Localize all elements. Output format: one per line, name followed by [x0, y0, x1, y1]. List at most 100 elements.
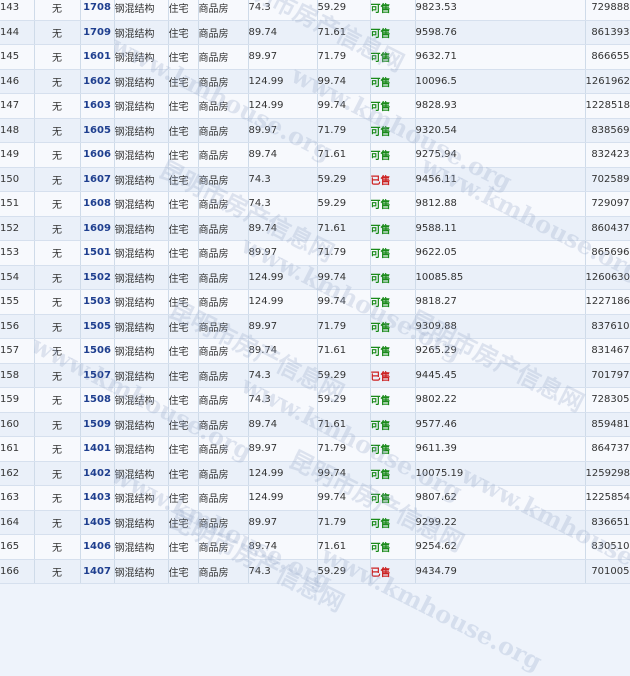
room-number-link[interactable]: 1609 — [80, 216, 115, 241]
table-row: 154 无 1502 钢混结构 住宅 商品房 124.99 99.74 可售 10085.85 12… — [0, 265, 630, 290]
inner-area-cell: 59.29 — [317, 191, 371, 217]
building-area-cell: 89.74 — [248, 338, 318, 364]
property-type-cell: 商品房 — [198, 363, 249, 388]
building-area-cell: 74.3 — [248, 167, 318, 192]
room-number-link[interactable]: 1405 — [80, 510, 115, 535]
building-area-cell: 74.3 — [248, 0, 318, 21]
usage-cell: 住宅 — [168, 461, 199, 486]
total-price-cell: 701797 — [585, 363, 630, 388]
building-area-cell: 89.74 — [248, 142, 318, 168]
structure-cell: 钢混结构 — [114, 240, 169, 266]
usage-cell: 住宅 — [168, 240, 199, 266]
row-number: 155 — [0, 289, 35, 315]
row-number: 149 — [0, 142, 35, 168]
room-number-link[interactable]: 1402 — [80, 461, 115, 486]
room-number-link[interactable]: 1602 — [80, 69, 115, 94]
usage-cell: 住宅 — [168, 216, 199, 241]
room-number-link[interactable]: 1401 — [80, 436, 115, 462]
row-number: 162 — [0, 461, 35, 486]
table-row: 156 无 1505 钢混结构 住宅 商品房 89.97 71.79 可售 9309.88 8376… — [0, 314, 630, 339]
sale-status-cell: 可售 — [370, 240, 416, 266]
building-area-cell: 89.74 — [248, 534, 318, 560]
room-number-link[interactable]: 1708 — [80, 0, 115, 21]
total-price-cell: 865696 — [585, 240, 630, 266]
room-number-link[interactable]: 1709 — [80, 20, 115, 45]
unit-price-cell: 9265.29 — [415, 338, 586, 364]
mark-cell: 无 — [34, 44, 81, 70]
sale-status-cell: 可售 — [370, 412, 416, 437]
unit-price-cell: 9622.05 — [415, 240, 586, 266]
property-type-cell: 商品房 — [198, 240, 249, 266]
row-number: 152 — [0, 216, 35, 241]
inner-area-cell: 99.74 — [317, 93, 371, 119]
unit-price-cell: 9598.76 — [415, 20, 586, 45]
unit-price-cell: 10085.85 — [415, 265, 586, 290]
room-number-link[interactable]: 1606 — [80, 142, 115, 168]
room-number-link[interactable]: 1603 — [80, 93, 115, 119]
inner-area-cell: 71.61 — [317, 412, 371, 437]
room-number-link[interactable]: 1601 — [80, 44, 115, 70]
property-type-cell: 商品房 — [198, 265, 249, 290]
row-number: 150 — [0, 167, 35, 192]
table-row: 153 无 1501 钢混结构 住宅 商品房 89.97 71.79 可售 9622.05 8656… — [0, 240, 630, 266]
structure-cell: 钢混结构 — [114, 289, 169, 315]
room-number-link[interactable]: 1502 — [80, 265, 115, 290]
room-number-link[interactable]: 1501 — [80, 240, 115, 266]
room-number-link[interactable]: 1506 — [80, 338, 115, 364]
structure-cell: 钢混结构 — [114, 412, 169, 437]
building-area-cell: 74.3 — [248, 191, 318, 217]
sale-status-cell: 可售 — [370, 0, 416, 21]
usage-cell: 住宅 — [168, 289, 199, 315]
total-price-cell: 1260630 — [585, 265, 630, 290]
row-number: 156 — [0, 314, 35, 339]
building-area-cell: 89.97 — [248, 240, 318, 266]
inner-area-cell: 99.74 — [317, 265, 371, 290]
unit-price-cell: 9456.11 — [415, 167, 586, 192]
sale-status-cell: 可售 — [370, 44, 416, 70]
total-price-cell: 859481 — [585, 412, 630, 437]
room-number-link[interactable]: 1607 — [80, 167, 115, 192]
room-number-link[interactable]: 1608 — [80, 191, 115, 217]
table-row: 158 无 1507 钢混结构 住宅 商品房 74.3 59.29 已售 9445.45 70179… — [0, 363, 630, 388]
room-number-link[interactable]: 1509 — [80, 412, 115, 437]
property-type-cell: 商品房 — [198, 436, 249, 462]
property-type-cell: 商品房 — [198, 559, 249, 584]
inner-area-cell: 71.79 — [317, 118, 371, 143]
sale-status-cell: 可售 — [370, 191, 416, 217]
usage-cell: 住宅 — [168, 436, 199, 462]
table-row: 155 无 1503 钢混结构 住宅 商品房 124.99 99.74 可售 9818.27 122… — [0, 289, 630, 315]
table-row: 149 无 1606 钢混结构 住宅 商品房 89.74 71.61 可售 9275.94 8324… — [0, 142, 630, 168]
inner-area-cell: 59.29 — [317, 559, 371, 584]
row-number: 163 — [0, 485, 35, 511]
structure-cell: 钢混结构 — [114, 436, 169, 462]
property-type-cell: 商品房 — [198, 485, 249, 511]
room-number-link[interactable]: 1605 — [80, 118, 115, 143]
total-price-cell: 864737 — [585, 436, 630, 462]
table-row: 162 无 1402 钢混结构 住宅 商品房 124.99 99.74 可售 10075.19 12… — [0, 461, 630, 486]
room-number-link[interactable]: 1503 — [80, 289, 115, 315]
inner-area-cell: 71.61 — [317, 20, 371, 45]
room-number-link[interactable]: 1407 — [80, 559, 115, 584]
inner-area-cell: 99.74 — [317, 485, 371, 511]
table-row: 143 无 1708 钢混结构 住宅 商品房 74.3 59.29 可售 9823.53 72988… — [0, 0, 630, 21]
building-area-cell: 89.74 — [248, 216, 318, 241]
row-number: 146 — [0, 69, 35, 94]
row-number: 166 — [0, 559, 35, 584]
room-number-link[interactable]: 1507 — [80, 363, 115, 388]
room-number-link[interactable]: 1508 — [80, 387, 115, 413]
building-area-cell: 124.99 — [248, 93, 318, 119]
mark-cell: 无 — [34, 534, 81, 560]
building-area-cell: 89.97 — [248, 118, 318, 143]
row-number: 147 — [0, 93, 35, 119]
room-number-link[interactable]: 1403 — [80, 485, 115, 511]
table-row: 166 无 1407 钢混结构 住宅 商品房 74.3 59.29 已售 9434.79 70100… — [0, 559, 630, 584]
usage-cell: 住宅 — [168, 412, 199, 437]
room-number-link[interactable]: 1406 — [80, 534, 115, 560]
mark-cell: 无 — [34, 485, 81, 511]
table-row: 145 无 1601 钢混结构 住宅 商品房 89.97 71.79 可售 9632.71 8666… — [0, 44, 630, 70]
structure-cell: 钢混结构 — [114, 69, 169, 94]
room-number-link[interactable]: 1505 — [80, 314, 115, 339]
usage-cell: 住宅 — [168, 142, 199, 168]
unit-price-cell: 9818.27 — [415, 289, 586, 315]
unit-price-cell: 9611.39 — [415, 436, 586, 462]
